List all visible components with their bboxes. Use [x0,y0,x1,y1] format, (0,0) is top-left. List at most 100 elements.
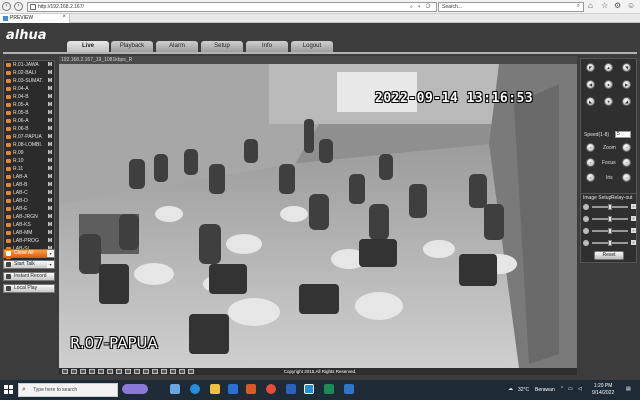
network-icon[interactable]: ▭ [568,386,573,392]
main-stream-toggle[interactable]: M [48,205,52,213]
channel-item[interactable]: R.06-A M [4,117,54,125]
relay-out-tab[interactable]: Relay-out [611,195,632,201]
ptz-right-icon[interactable]: ▶ [622,80,631,89]
contrast-slider[interactable] [592,216,628,222]
refresh-icon[interactable]: ⌕ ▾ ⟳ [410,4,433,10]
channel-item[interactable]: R.09 M [4,149,54,157]
address-bar[interactable]: http://192.168.2.167/ ⌕ ▾ ⟳ [27,2,437,12]
main-stream-toggle[interactable]: M [48,229,52,237]
hue-slider[interactable] [592,240,628,246]
brightness-plus-icon[interactable]: + [631,204,636,209]
brightness-slider[interactable] [592,204,628,210]
tab-preview[interactable]: PREVIEW × [0,14,70,23]
channel-item[interactable]: LAB-MM M [4,229,54,237]
notifications-icon[interactable]: ▤ [626,386,631,392]
main-stream-toggle[interactable]: M [48,93,52,101]
ptz-up-right-icon[interactable]: ◥ [622,63,631,72]
ptz-down-right-icon[interactable]: ◢ [622,97,631,106]
channel-item[interactable]: R.05-B M [4,109,54,117]
saturation-slider[interactable] [592,228,628,234]
ptz-up-icon[interactable]: ▲ [604,63,613,72]
main-stream-toggle[interactable]: M [48,189,52,197]
channel-item[interactable]: R.02-BALI M [4,69,54,77]
channel-item[interactable]: R.11 M [4,165,54,173]
main-stream-toggle[interactable]: M [48,213,52,221]
iris-open-icon[interactable]: + [586,173,595,182]
saturation-knob[interactable] [608,228,612,234]
channel-item[interactable]: LAB-KS M [4,221,54,229]
iris-close-icon[interactable]: − [622,173,631,182]
task-view-icon[interactable] [170,384,180,394]
zoom-in-icon[interactable]: + [586,143,595,152]
app-icon[interactable] [344,384,354,394]
contrast-knob[interactable] [608,216,612,222]
channel-item[interactable]: R.01-JAWA M [4,61,54,69]
widget-icon[interactable] [122,384,148,394]
channel-item[interactable]: R.03-SUMAT. M [4,77,54,85]
tab-close-icon[interactable]: × [62,14,66,20]
menu-live[interactable]: Live [67,41,109,52]
smiley-icon[interactable]: ☺ [627,1,635,10]
main-stream-toggle[interactable]: M [48,85,52,93]
settings-gear-icon[interactable]: ⚙ [614,1,621,10]
ptz-up-left-icon[interactable]: ◤ [586,63,595,72]
channel-item[interactable]: LAB-E M [4,205,54,213]
main-stream-toggle[interactable]: M [48,109,52,117]
focus-far-icon[interactable]: − [622,158,631,167]
menu-alarm[interactable]: Alarm [156,41,198,52]
edge-icon[interactable] [190,384,200,394]
speed-select[interactable]: 5 [615,131,631,138]
menu-playback[interactable]: Playback [111,41,153,52]
channel-item[interactable]: LAB-PROG M [4,237,54,245]
main-stream-toggle[interactable]: M [48,133,52,141]
focus-near-icon[interactable]: + [586,158,595,167]
channel-item[interactable]: LAB-C M [4,189,54,197]
search-icon[interactable]: ⌕ [577,3,580,10]
channel-item[interactable]: R.06-B M [4,125,54,133]
main-stream-toggle[interactable]: M [48,237,52,245]
local-play-button[interactable]: Local Play [3,284,55,293]
channel-item[interactable]: LAB-JRGN M [4,213,54,221]
ptz-center-icon[interactable]: ● [604,80,613,89]
menu-setup[interactable]: Setup [201,41,243,52]
main-stream-toggle[interactable]: M [48,165,52,173]
main-stream-toggle[interactable]: M [48,157,52,165]
browser-search[interactable]: Search... ⌕ [438,2,584,12]
windows-start-icon[interactable] [4,385,14,395]
main-stream-toggle[interactable]: M [48,197,52,205]
channel-item[interactable]: LAB-A M [4,173,54,181]
main-stream-toggle[interactable]: M [48,173,52,181]
main-stream-toggle[interactable]: M [48,141,52,149]
channel-item[interactable]: LAB-D M [4,197,54,205]
main-stream-toggle[interactable]: M [48,69,52,77]
ptz-down-left-icon[interactable]: ◣ [586,97,595,106]
internet-explorer-icon[interactable] [304,384,314,394]
favorites-star-icon[interactable]: ☆ [601,1,608,10]
taskbar-search-box[interactable]: ⌕ Type here to search [18,383,118,397]
ptz-left-icon[interactable]: ◀ [586,80,595,89]
channel-item[interactable]: R.10 M [4,157,54,165]
menu-info[interactable]: Info [246,41,288,52]
image-setup-title[interactable]: Image Setup [583,195,611,201]
reset-button[interactable]: Reset [594,251,624,260]
volume-icon[interactable]: ◁ [578,386,582,392]
home-icon[interactable]: ⌂ [588,1,593,10]
brightness-knob[interactable] [608,204,612,210]
word-icon[interactable] [286,384,296,394]
start-talk-dropdown-icon[interactable]: ▾ [47,261,54,268]
main-stream-toggle[interactable]: M [48,181,52,189]
close-all-button[interactable]: Close All ▾ [3,249,55,258]
chrome-icon[interactable] [266,384,276,394]
main-stream-toggle[interactable]: M [48,221,52,229]
menu-logout[interactable]: Logout [291,41,333,52]
main-stream-toggle[interactable]: M [48,61,52,69]
taskbar-clock[interactable]: 1:20 PM 9/14/2022 [592,383,614,397]
main-stream-toggle[interactable]: M [48,117,52,125]
store-icon[interactable] [228,384,238,394]
channel-item[interactable]: R.04-B M [4,93,54,101]
channel-item[interactable]: R.04-A M [4,85,54,93]
zoom-out-icon[interactable]: − [622,143,631,152]
channel-item[interactable]: LAB-B M [4,181,54,189]
channel-item[interactable]: R.08-LOMBI. M [4,141,54,149]
start-talk-button[interactable]: Start Talk ▾ [3,260,55,269]
